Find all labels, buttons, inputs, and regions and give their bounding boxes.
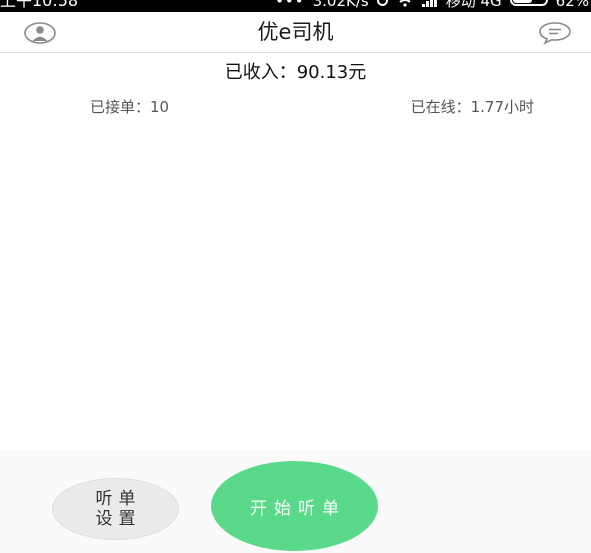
status-time: 上午10:58	[0, 0, 79, 10]
start-label: 开始听单	[250, 498, 346, 519]
order-settings-button[interactable]: 听单 设置	[52, 478, 179, 540]
net-speed: 3.02K/s	[312, 0, 369, 10]
battery-fill	[512, 0, 532, 3]
message-button[interactable]	[538, 21, 572, 45]
wifi-icon	[399, 0, 411, 7]
battery-percent: 62%	[555, 0, 589, 10]
battery-icon	[509, 0, 548, 6]
orders-count: 已接单：10	[90, 98, 170, 116]
signal-icon	[421, 0, 437, 7]
status-icons: ••• 3.02K/s 移动 4G 62%	[275, 0, 589, 9]
more-dots-icon: •••	[275, 0, 305, 10]
app-screen: 上午10:58 ••• 3.02K/s 移动 4G 62% 优e司机 已收入：9…	[0, 0, 591, 553]
status-bar: 上午10:58 ••• 3.02K/s 移动 4G 62%	[0, 0, 591, 12]
carrier-label: 移动 4G	[445, 0, 502, 10]
settings-label-line1: 听单	[95, 489, 142, 509]
app-title: 优e司机	[257, 20, 334, 44]
income-label: 已收入：90.13元	[224, 62, 367, 83]
alarm-icon	[376, 0, 388, 6]
settings-label-line2: 设置	[95, 509, 142, 529]
start-listening-button[interactable]: 开始听单	[211, 461, 378, 551]
online-duration: 已在线：1.77小时	[410, 98, 534, 116]
app-header: 优e司机	[0, 12, 591, 53]
